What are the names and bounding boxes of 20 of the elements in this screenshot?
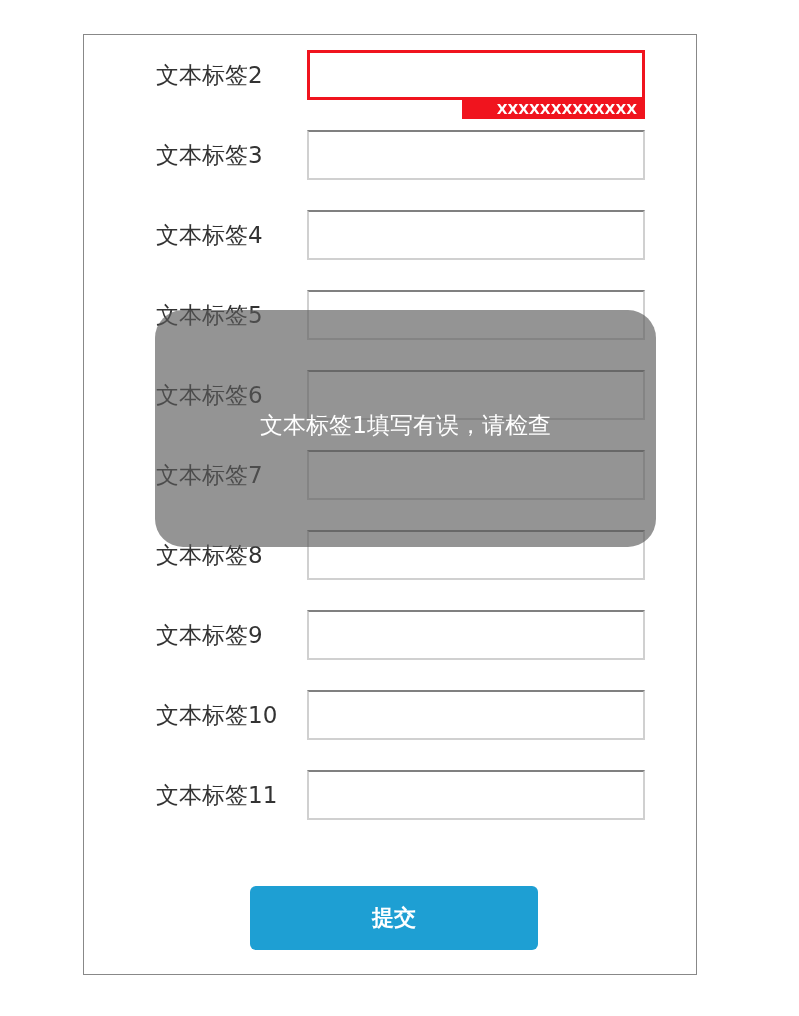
field-label: 文本标签3 (156, 140, 264, 170)
field-label: 文本标签9 (156, 620, 264, 650)
field-label: 文本标签10 (156, 700, 279, 730)
input-field[interactable] (307, 610, 645, 660)
input-field[interactable] (307, 130, 645, 180)
input-field[interactable] (307, 690, 645, 740)
field-label: 文本标签7 (156, 460, 264, 490)
submit-button[interactable]: 提交 (250, 886, 538, 950)
field-label: 文本标签11 (156, 780, 279, 810)
field-label: 文本标签4 (156, 220, 264, 250)
input-field[interactable] (307, 530, 645, 580)
field-label: 文本标签2 (156, 60, 264, 90)
error-message: XXXXXXXXXXXXX (462, 100, 645, 119)
field-label: 文本标签6 (156, 380, 264, 410)
input-field[interactable] (307, 450, 645, 500)
input-field[interactable] (307, 50, 645, 100)
input-field[interactable] (307, 770, 645, 820)
input-field[interactable] (307, 210, 645, 260)
input-field[interactable] (307, 290, 645, 340)
field-label: 文本标签8 (156, 540, 264, 570)
